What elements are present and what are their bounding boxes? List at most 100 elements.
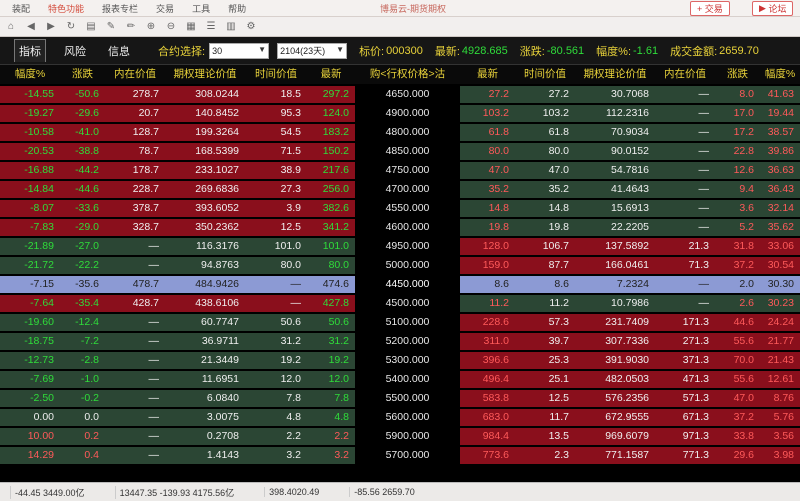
menu-item-4[interactable]: 工具 <box>192 2 210 15</box>
cell: 183.2 <box>307 124 355 141</box>
cell: 393.6052 <box>165 200 245 217</box>
zoom-out-icon[interactable]: ⊖ <box>164 20 178 34</box>
settings-icon[interactable]: ⚙ <box>244 20 258 34</box>
table-row[interactable]: -7.64 -35.4 428.7 438.6106—427.8 4500.000 11.… <box>0 294 800 313</box>
tab-info[interactable]: 信息 <box>104 40 134 62</box>
col-header[interactable]: 内在价值 <box>105 65 165 84</box>
col-header[interactable]: 幅度% <box>0 65 60 84</box>
zoom-in-icon[interactable]: ⊕ <box>144 20 158 34</box>
menu-item-1[interactable]: 特色功能 <box>48 2 84 15</box>
home-icon[interactable]: ⌂ <box>4 20 18 34</box>
cell: 3.56 <box>760 428 800 445</box>
cell: 112.2316 <box>575 105 655 122</box>
col-header[interactable]: 时间价值 <box>245 65 307 84</box>
strike-cell: 5100.000 <box>355 314 460 331</box>
refresh-icon[interactable]: ↻ <box>64 20 78 34</box>
col-header[interactable]: 涨跌 <box>60 65 105 84</box>
chevron-down-icon: ▼ <box>258 44 267 54</box>
cell: -21.72 <box>0 257 60 274</box>
cell: -14.55 <box>0 86 60 103</box>
cell: 350.2362 <box>165 219 245 236</box>
col-header[interactable]: 期权理论价值 <box>575 65 655 84</box>
cell: 583.8 <box>460 390 515 407</box>
menu-item-2[interactable]: 报表专栏 <box>102 2 138 15</box>
cell: 7.8 <box>307 390 355 407</box>
cell: 19.2 <box>307 352 355 369</box>
table-row[interactable]: 14.29 0.4—1.4143 3.2 3.2 5700.000 773.6 2.3 771… <box>0 446 800 465</box>
strike-cell: 4500.000 <box>355 295 460 312</box>
table-row[interactable]: 10.00 0.2—0.2708 2.2 2.2 5900.000 984.4 13.5 96… <box>0 427 800 446</box>
col-header[interactable]: 最新 <box>460 65 515 84</box>
strike-cell: 5000.000 <box>355 257 460 274</box>
cell: 103.2 <box>460 105 515 122</box>
table-row[interactable]: -20.53 -38.8 78.7 168.5399 71.5 150.2 4850.000… <box>0 142 800 161</box>
table-row[interactable]: -21.89 -27.0—116.3176 101.0 101.0 4950.000 12… <box>0 237 800 256</box>
trade-button[interactable]: + 交易 <box>690 1 730 16</box>
col-header[interactable]: 时间价值 <box>515 65 575 84</box>
table-row[interactable]: -7.69 -1.0—11.6951 12.0 12.0 5400.000 496.4 25… <box>0 370 800 389</box>
list-icon[interactable]: ☰ <box>204 20 218 34</box>
chevron-down-icon: ▼ <box>336 44 345 54</box>
cell: 773.6 <box>460 447 515 464</box>
table-row[interactable]: -7.15 -35.6 478.7 484.9426—474.6 4450.000 8.6… <box>0 275 800 294</box>
table-row[interactable]: -18.75 -7.2—36.9711 31.2 31.2 5200.000 311.0 3… <box>0 332 800 351</box>
arrow-icon: ▶ <box>759 3 766 13</box>
cell: 38.9 <box>245 162 307 179</box>
forward-icon[interactable]: ▶ <box>44 20 58 34</box>
tab-indicator[interactable]: 指标 <box>14 39 46 62</box>
cell: 36.43 <box>760 181 800 198</box>
grid-icon[interactable]: ▦ <box>184 20 198 34</box>
cell: 482.0503 <box>575 371 655 388</box>
last-label: 最新: <box>434 45 460 58</box>
table-row[interactable]: -21.72 -22.2—94.8763 80.0 80.0 5000.000 159.0… <box>0 256 800 275</box>
candle-icon[interactable]: ▥ <box>224 20 238 34</box>
table-row[interactable]: -19.60 -12.4—60.7747 50.6 50.6 5100.000 228.6… <box>0 313 800 332</box>
menu-item-5[interactable]: 帮助 <box>228 2 246 15</box>
pen-icon[interactable]: ✎ <box>104 20 118 34</box>
table-row[interactable]: -10.58 -41.0 128.7 199.3264 54.5 183.2 4800.00… <box>0 123 800 142</box>
cell: 103.2 <box>515 105 575 122</box>
cell: 71.3 <box>655 257 715 274</box>
table-row[interactable]: 0.00 0.0—3.0075 4.8 4.8 5600.000 683.0 11.7 672… <box>0 408 800 427</box>
table-row[interactable]: -8.07 -33.6 378.7 393.6052 3.9 382.6 4550.000 1… <box>0 199 800 218</box>
table-row[interactable]: -16.88 -44.2 178.7 233.1027 38.9 217.6 4750.00… <box>0 161 800 180</box>
forum-button[interactable]: ▶ 论坛 <box>752 1 794 16</box>
cell: 87.7 <box>515 257 575 274</box>
cell: 771.3 <box>655 447 715 464</box>
cell: -14.84 <box>0 181 60 198</box>
table-row[interactable]: -12.73 -2.8—21.3449 19.2 19.2 5300.000 396.6 2… <box>0 351 800 370</box>
table-row[interactable]: -2.50 -0.2—6.0840 7.8 7.8 5500.000 583.8 12.5 5… <box>0 389 800 408</box>
pencil-icon[interactable]: ✏ <box>124 20 138 34</box>
col-header[interactable]: 幅度% <box>760 65 800 84</box>
table-row[interactable]: -19.27 -29.6 20.7 140.8452 95.3 124.0 4900.000… <box>0 104 800 123</box>
cell: 60.7747 <box>165 314 245 331</box>
contract-select[interactable]: 30 ▼ <box>209 42 270 59</box>
table-row[interactable]: -14.55 -50.6 278.7 308.0244 18.5 297.2 4650.00… <box>0 85 800 104</box>
expiry-select[interactable]: 2104(23天) ▼ <box>277 42 348 59</box>
tab-risk[interactable]: 风险 <box>60 40 90 62</box>
cell: — <box>655 219 715 236</box>
menu-item-0[interactable]: 装配 <box>12 2 30 15</box>
col-header[interactable]: 最新 <box>307 65 355 84</box>
col-header-strike[interactable]: 购<行权价格>沽 <box>355 65 460 84</box>
cell: -7.15 <box>0 276 60 293</box>
cell: 128.7 <box>105 124 165 141</box>
chart-icon[interactable]: ▤ <box>84 20 98 34</box>
cell: — <box>105 390 165 407</box>
cell: 178.7 <box>105 162 165 179</box>
cell: 37.2 <box>715 257 760 274</box>
cell: 17.2 <box>715 124 760 141</box>
cell: 5.76 <box>760 409 800 426</box>
table-row[interactable]: -7.83 -29.0 328.7 350.2362 12.5 341.2 4600.000… <box>0 218 800 237</box>
col-header[interactable]: 涨跌 <box>715 65 760 84</box>
strike-cell: 4950.000 <box>355 238 460 255</box>
menu-item-3[interactable]: 交易 <box>156 2 174 15</box>
cell: 55.6 <box>715 371 760 388</box>
cell: 12.0 <box>307 371 355 388</box>
change-label: 涨跌: <box>519 45 545 58</box>
col-header[interactable]: 内在价值 <box>655 65 715 84</box>
col-header[interactable]: 期权理论价值 <box>165 65 245 84</box>
back-icon[interactable]: ◀ <box>24 20 38 34</box>
table-row[interactable]: -14.84 -44.6 228.7 269.6836 27.3 256.0 4700.00… <box>0 180 800 199</box>
cell: 391.9030 <box>575 352 655 369</box>
